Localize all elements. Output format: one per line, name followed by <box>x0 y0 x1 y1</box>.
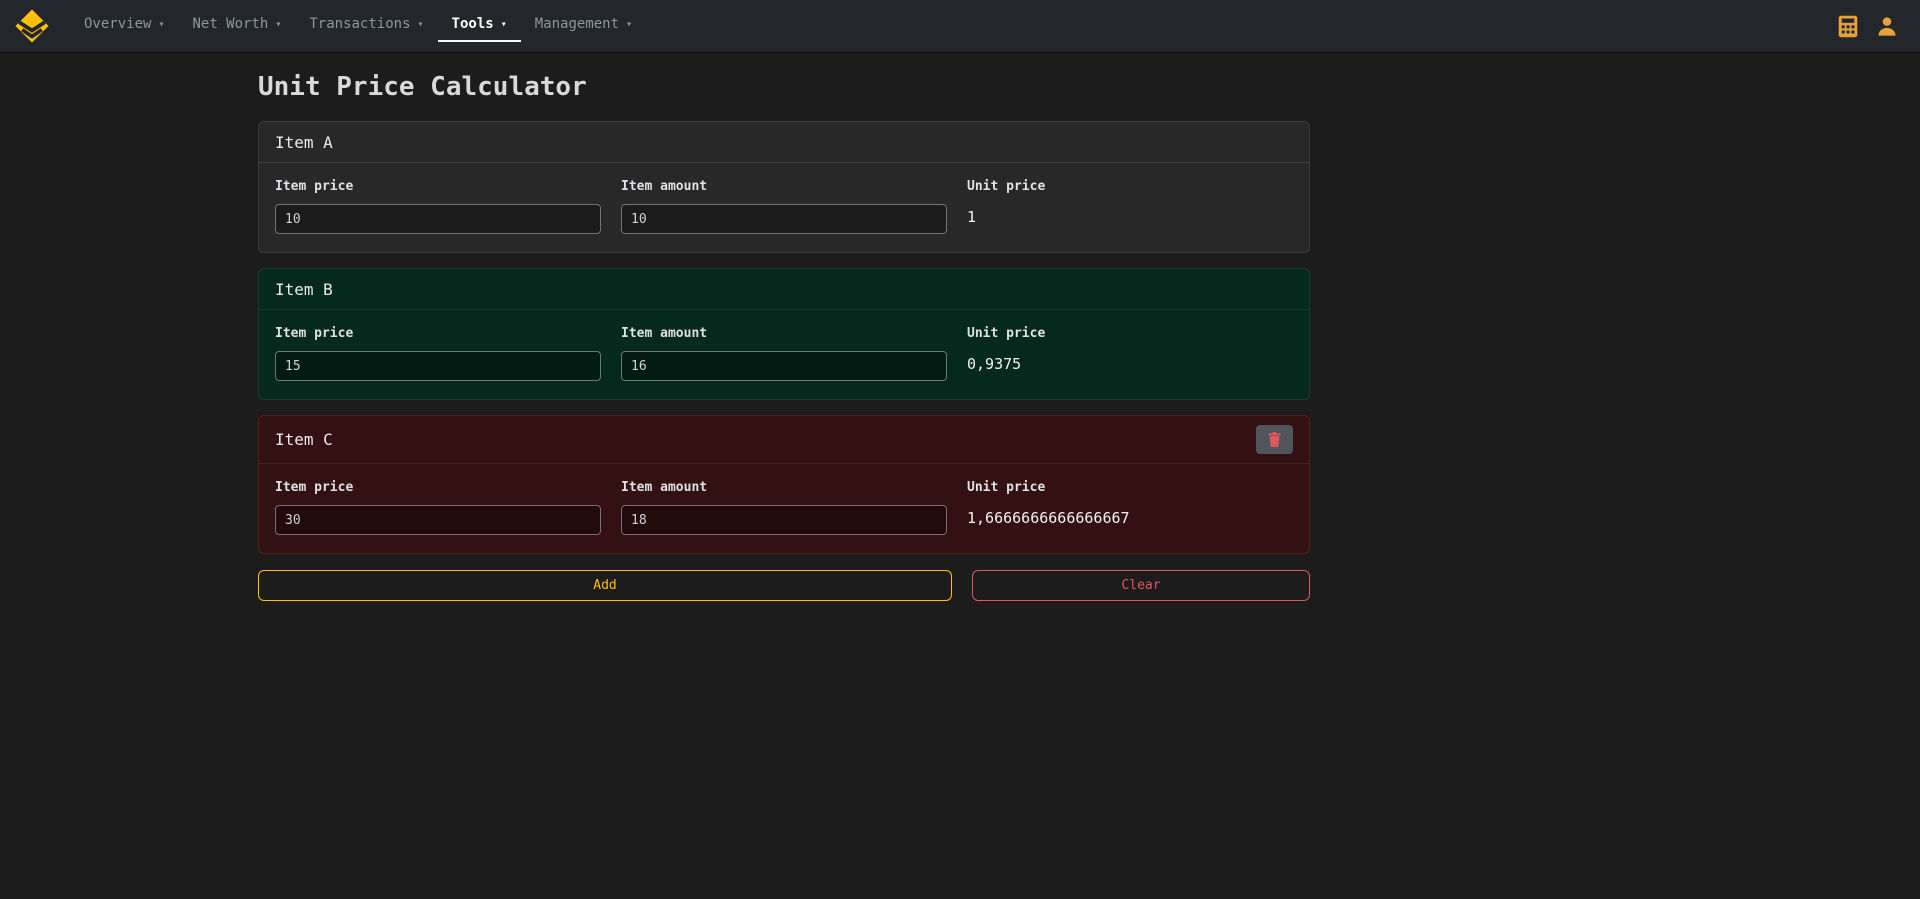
price-input[interactable] <box>275 204 601 234</box>
unit-price-label: Unit price <box>967 179 1293 194</box>
amount-field: Item amount <box>621 326 947 381</box>
unit-price-value: 0,9375 <box>967 355 1293 373</box>
card-title: Item C <box>275 430 333 449</box>
price-input[interactable] <box>275 351 601 381</box>
user-profile-button[interactable] <box>1874 13 1900 39</box>
nav-net-worth-label: Net Worth <box>192 16 268 32</box>
price-label: Item price <box>275 326 601 341</box>
nav-tools[interactable]: Tools ▾ <box>438 10 521 42</box>
add-button[interactable]: Add <box>258 570 952 601</box>
nav-transactions-label: Transactions <box>309 16 410 32</box>
app-logo[interactable] <box>14 8 50 44</box>
calculator-icon <box>1838 15 1858 38</box>
price-field: Item price <box>275 326 601 381</box>
user-icon <box>1876 15 1898 37</box>
price-field: Item price <box>275 179 601 234</box>
main-nav: Overview ▾ Net Worth ▾ Transactions ▾ To… <box>70 0 646 52</box>
main-content: Unit Price Calculator Item A Item price … <box>258 52 1310 601</box>
page-title: Unit Price Calculator <box>258 72 1310 102</box>
amount-label: Item amount <box>621 179 947 194</box>
action-buttons-row: Add Clear <box>258 570 1310 601</box>
nav-overview[interactable]: Overview ▾ <box>70 10 178 42</box>
nav-management-label: Management <box>535 16 619 32</box>
item-b-body: Item price Item amount Unit price 0,9375 <box>259 310 1309 399</box>
chevron-down-icon: ▾ <box>158 20 164 30</box>
nav-tools-label: Tools <box>452 16 494 32</box>
chevron-down-icon: ▾ <box>275 20 281 30</box>
unit-price-label: Unit price <box>967 326 1293 341</box>
navbar-right <box>1836 13 1906 40</box>
unit-price-value: 1 <box>967 208 1293 226</box>
logo-diamond-icon <box>14 8 50 44</box>
chevron-down-icon: ▾ <box>501 20 507 30</box>
nav-management[interactable]: Management ▾ <box>521 10 646 42</box>
amount-input[interactable] <box>621 204 947 234</box>
item-c-card: Item C Item price Item amount Unit price <box>258 415 1310 554</box>
trash-icon <box>1268 432 1281 447</box>
nav-transactions[interactable]: Transactions ▾ <box>295 10 437 42</box>
price-label: Item price <box>275 179 601 194</box>
amount-input[interactable] <box>621 351 947 381</box>
item-b-card: Item B Item price Item amount Unit price… <box>258 268 1310 400</box>
item-c-body: Item price Item amount Unit price 1,6666… <box>259 464 1309 553</box>
price-field: Item price <box>275 480 601 535</box>
top-navbar: Overview ▾ Net Worth ▾ Transactions ▾ To… <box>0 0 1920 52</box>
chevron-down-icon: ▾ <box>418 20 424 30</box>
unit-price-label: Unit price <box>967 480 1293 495</box>
item-a-header: Item A <box>259 122 1309 163</box>
unit-price-field: Unit price 1 <box>967 179 1293 234</box>
nav-net-worth[interactable]: Net Worth ▾ <box>178 10 295 42</box>
amount-field: Item amount <box>621 179 947 234</box>
card-title: Item A <box>275 133 333 152</box>
unit-price-field: Unit price 1,6666666666666667 <box>967 480 1293 535</box>
item-a-card: Item A Item price Item amount Unit price… <box>258 121 1310 253</box>
delete-item-button[interactable] <box>1256 425 1293 454</box>
item-c-header: Item C <box>259 416 1309 464</box>
price-input[interactable] <box>275 505 601 535</box>
calculator-button[interactable] <box>1836 13 1860 40</box>
amount-label: Item amount <box>621 326 947 341</box>
price-label: Item price <box>275 480 601 495</box>
amount-input[interactable] <box>621 505 947 535</box>
amount-label: Item amount <box>621 480 947 495</box>
chevron-down-icon: ▾ <box>626 20 632 30</box>
item-b-header: Item B <box>259 269 1309 310</box>
card-title: Item B <box>275 280 333 299</box>
unit-price-value: 1,6666666666666667 <box>967 509 1293 527</box>
amount-field: Item amount <box>621 480 947 535</box>
nav-overview-label: Overview <box>84 16 151 32</box>
unit-price-field: Unit price 0,9375 <box>967 326 1293 381</box>
clear-button[interactable]: Clear <box>972 570 1310 601</box>
item-a-body: Item price Item amount Unit price 1 <box>259 163 1309 252</box>
